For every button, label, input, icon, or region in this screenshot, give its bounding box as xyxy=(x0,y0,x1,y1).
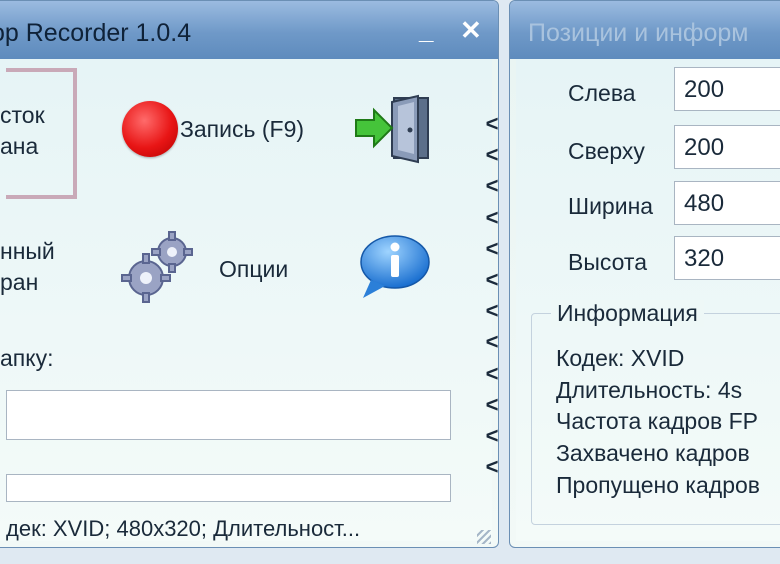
record-button-label: Запись (F9) xyxy=(180,116,305,142)
collapse-chevron-icon[interactable]: < xyxy=(483,326,501,357)
height-label: Высота xyxy=(568,249,647,275)
left-label: Слева xyxy=(568,80,636,106)
collapse-chevron-icon[interactable]: < xyxy=(483,202,501,233)
minimize-button[interactable]: _ xyxy=(419,15,433,46)
collapse-chevron-icon[interactable]: < xyxy=(483,420,501,451)
fullscreen-label-line2[interactable]: ран xyxy=(0,267,38,298)
collapse-chevron-icon[interactable]: < xyxy=(483,295,501,326)
collapse-chevron-icon[interactable]: < xyxy=(483,451,501,482)
collapse-chevron-icon[interactable]: < xyxy=(483,389,501,420)
info-button[interactable] xyxy=(357,234,431,300)
positions-title-bar[interactable]: Позиции и информ xyxy=(510,1,780,59)
window-title: op Recorder 1.0.4 xyxy=(0,19,192,47)
info-icon xyxy=(360,235,430,298)
height-input[interactable]: 320 xyxy=(674,236,780,280)
positions-window-title: Позиции и информ xyxy=(528,19,749,47)
width-label: Ширина xyxy=(568,193,654,219)
folder-path-input[interactable] xyxy=(6,390,451,440)
region-label-line1: сток xyxy=(0,102,45,128)
record-button[interactable]: Запись (F9) xyxy=(106,96,336,162)
collapse-chevron-icon[interactable]: < xyxy=(483,108,501,139)
width-input[interactable]: 480 xyxy=(674,181,780,225)
folder-label: апку: xyxy=(0,345,54,371)
collapse-chevron-icon[interactable]: < xyxy=(483,233,501,264)
options-button[interactable]: Опции xyxy=(118,228,308,308)
collapse-chevron-column[interactable]: < < < < < < < < < < < < xyxy=(483,108,501,482)
top-input[interactable]: 200 xyxy=(674,125,780,169)
info-captured: Захвачено кадров xyxy=(556,440,750,466)
top-label: Сверху xyxy=(568,138,645,164)
info-fps: Частота кадров FP xyxy=(556,408,759,434)
title-bar[interactable]: op Recorder 1.0.4 _ ✕ xyxy=(0,1,498,59)
info-group-title: Информация xyxy=(551,300,704,327)
secondary-input[interactable] xyxy=(6,474,451,502)
gears-icon xyxy=(121,231,193,303)
exit-button[interactable] xyxy=(352,92,434,164)
info-duration: Длительность: 4s xyxy=(556,377,743,403)
collapse-chevron-icon[interactable]: < xyxy=(483,358,501,389)
options-button-label: Опции xyxy=(219,256,289,282)
status-bar-text: дек: XVID; 480x320; Длительност... xyxy=(6,516,361,541)
close-button[interactable]: ✕ xyxy=(460,15,482,46)
region-label-line2: ана xyxy=(0,133,39,159)
info-codec: Кодек: XVID xyxy=(556,345,685,371)
exit-door-icon xyxy=(355,94,429,164)
collapse-chevron-icon[interactable]: < xyxy=(483,264,501,295)
info-dropped: Пропущено кадров xyxy=(556,472,760,498)
collapse-chevron-icon[interactable]: < xyxy=(483,139,501,170)
left-input[interactable]: 200 xyxy=(674,67,780,111)
fullscreen-label-line1[interactable]: нный xyxy=(0,236,55,267)
record-dot-icon xyxy=(122,101,178,157)
collapse-chevron-icon[interactable]: < xyxy=(483,170,501,201)
resize-grip[interactable] xyxy=(477,530,491,544)
